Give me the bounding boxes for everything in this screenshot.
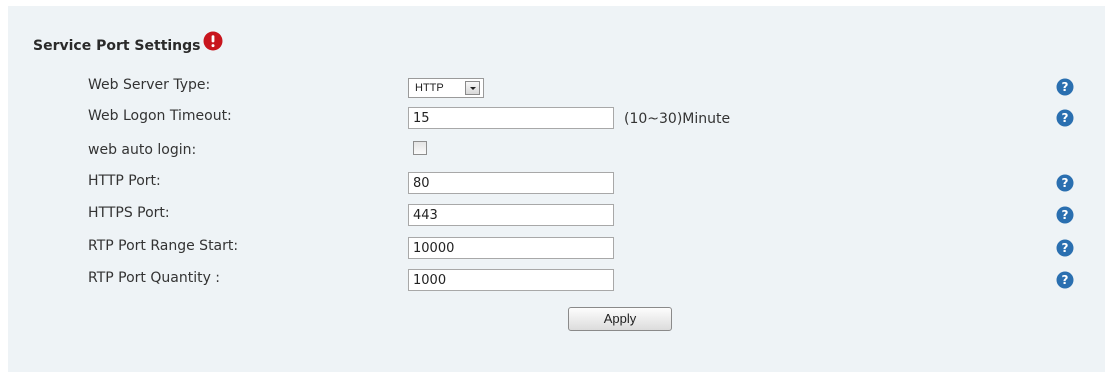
question-circle-icon[interactable]: ? [1056, 174, 1074, 192]
svg-text:?: ? [1062, 80, 1069, 94]
chevron-down-icon[interactable] [465, 81, 480, 95]
row-https-port: HTTPS Port: ? [0, 200, 1111, 226]
row-rtp-port-range-start: RTP Port Range Start: ? [0, 233, 1111, 259]
section-title-text: Service Port Settings [33, 38, 201, 54]
web-auto-login-checkbox[interactable] [413, 141, 427, 155]
rtp-port-quantity-input[interactable] [408, 269, 614, 291]
row-web-logon-timeout: Web Logon Timeout: (10~30)Minute ? [0, 103, 1111, 129]
question-circle-icon[interactable]: ? [1056, 206, 1074, 224]
question-circle-icon[interactable]: ? [1056, 271, 1074, 289]
apply-button[interactable]: Apply [568, 307, 672, 331]
web-logon-timeout-unit: (10~30)Minute [624, 111, 731, 127]
question-circle-icon[interactable]: ? [1056, 109, 1074, 127]
svg-text:?: ? [1062, 273, 1069, 287]
alert-circle-icon [203, 31, 223, 51]
https-port-label: HTTPS Port: [88, 205, 170, 221]
web-server-type-label: Web Server Type: [88, 77, 211, 93]
svg-text:?: ? [1062, 241, 1069, 255]
question-circle-icon[interactable]: ? [1056, 239, 1074, 257]
http-port-input[interactable] [408, 172, 614, 194]
svg-text:?: ? [1062, 208, 1069, 222]
web-server-type-value: HTTP [415, 82, 444, 94]
web-server-type-select[interactable]: HTTP [408, 78, 484, 98]
http-port-label: HTTP Port: [88, 173, 161, 189]
web-logon-timeout-input[interactable] [408, 107, 614, 129]
rtp-port-quantity-label: RTP Port Quantity : [88, 270, 221, 286]
https-port-input[interactable] [408, 204, 614, 226]
question-circle-icon[interactable]: ? [1056, 78, 1074, 96]
svg-text:?: ? [1062, 176, 1069, 190]
row-http-port: HTTP Port: ? [0, 168, 1111, 194]
web-auto-login-label: web auto login: [88, 142, 197, 158]
web-logon-timeout-label: Web Logon Timeout: [88, 108, 232, 124]
section-title: Service Port Settings [33, 31, 223, 56]
svg-text:?: ? [1062, 111, 1069, 125]
rtp-port-range-start-input[interactable] [408, 237, 614, 259]
row-web-server-type: Web Server Type: HTTP ? [0, 72, 1111, 98]
row-rtp-port-quantity: RTP Port Quantity : ? [0, 265, 1111, 291]
rtp-port-range-start-label: RTP Port Range Start: [88, 238, 239, 254]
row-web-auto-login: web auto login: [0, 137, 1111, 163]
